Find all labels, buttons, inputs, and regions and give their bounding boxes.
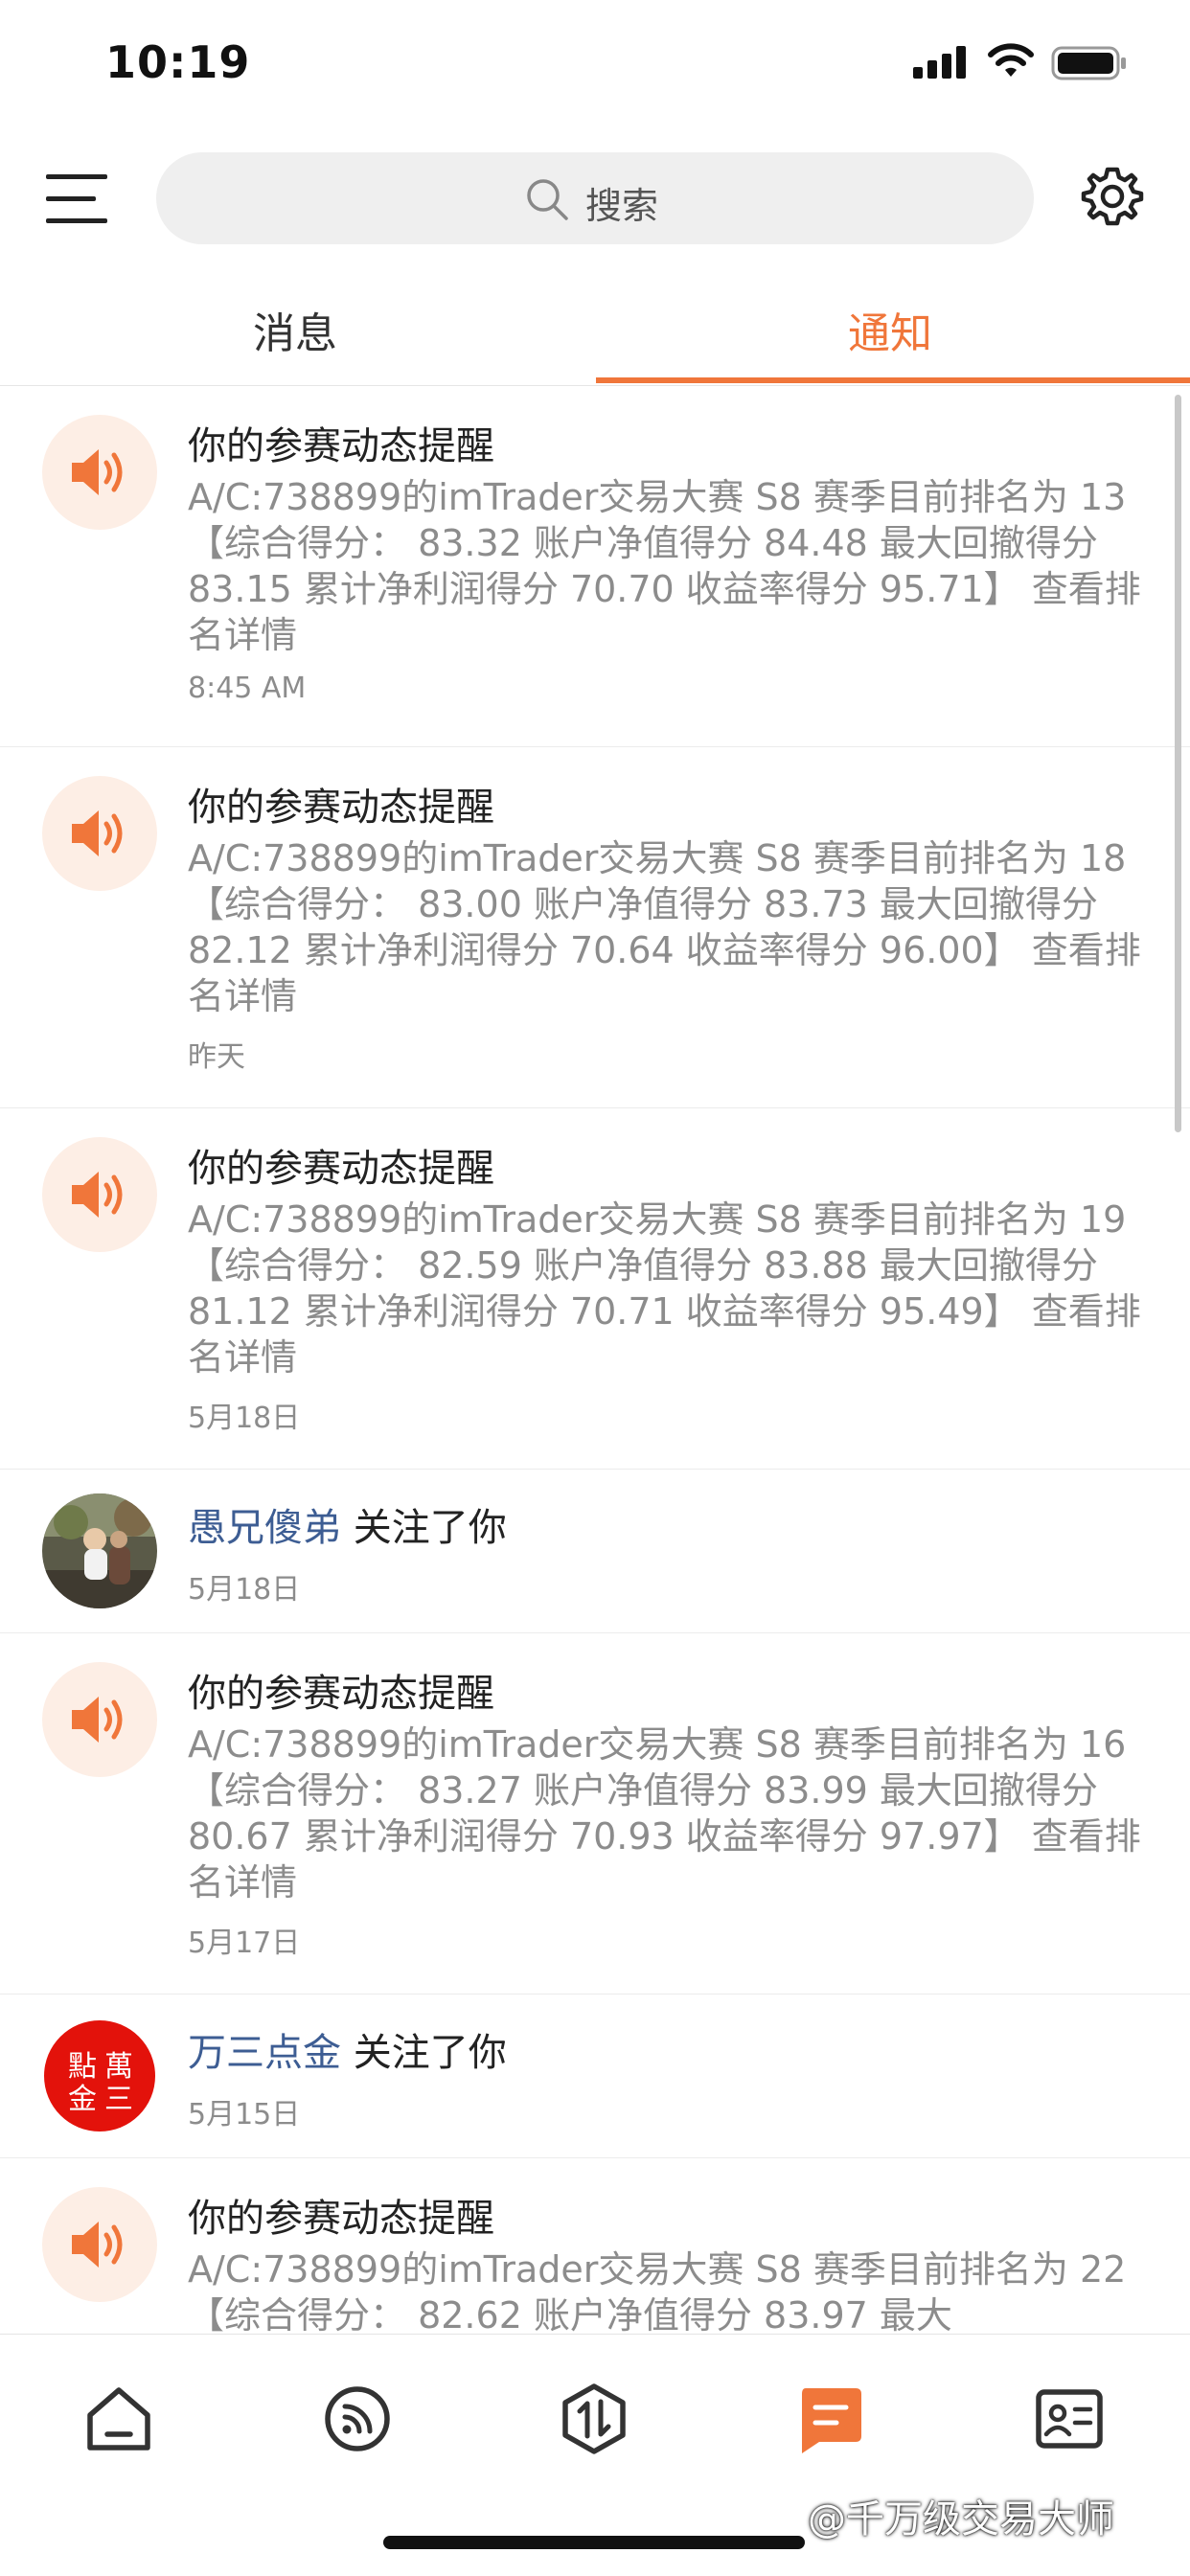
announcement-avatar xyxy=(42,1662,157,1777)
notification-time: 5月15日 xyxy=(188,2098,301,2131)
list-item[interactable]: 你的参赛动态提醒 A/C:738899的imTrader交易大赛 S8 赛季目前… xyxy=(0,1633,1190,1995)
speaker-icon xyxy=(72,449,123,495)
signal-icon xyxy=(913,46,966,79)
menu-icon[interactable] xyxy=(46,171,107,228)
notification-title: 你的参赛动态提醒 xyxy=(188,1672,494,1716)
notification-time: 昨天 xyxy=(188,1040,245,1074)
notification-list[interactable]: 你的参赛动态提醒 A/C:738899的imTrader交易大赛 S8 赛季目前… xyxy=(0,386,1190,2334)
notification-body: A/C:738899的imTrader交易大赛 S8 赛季目前排名为 16 【综… xyxy=(188,1723,1141,1904)
top-header: 搜索 xyxy=(0,144,1190,259)
notification-body: A/C:738899的imTrader交易大赛 S8 赛季目前排名为 18 【综… xyxy=(188,837,1141,1017)
speaker-icon xyxy=(72,1697,123,1743)
notification-time: 5月18日 xyxy=(188,1402,301,1435)
svg-text:金: 金 xyxy=(68,2083,97,2116)
speaker-icon xyxy=(72,1172,123,1218)
svg-text:三: 三 xyxy=(104,2083,133,2116)
user-avatar[interactable] xyxy=(42,1493,157,1608)
notification-body: A/C:738899的imTrader交易大赛 S8 赛季目前排名为 13 【综… xyxy=(188,476,1141,656)
list-item[interactable]: 你的参赛动态提醒 A/C:738899的imTrader交易大赛 S8 赛季目前… xyxy=(0,1108,1190,1470)
profile-card-icon[interactable] xyxy=(1031,2381,1108,2457)
notification-time: 5月17日 xyxy=(188,1926,301,1960)
notification-title: 你的参赛动态提醒 xyxy=(188,1147,494,1191)
announcement-avatar xyxy=(42,1137,157,1252)
battery-icon xyxy=(1051,46,1126,80)
status-time: 10:19 xyxy=(105,36,251,88)
announcement-avatar xyxy=(42,2187,157,2302)
notification-title: 你的参赛动态提醒 xyxy=(188,2197,494,2241)
seal-avatar-image: 點 金 萬 三 xyxy=(42,2018,157,2133)
announcement-avatar xyxy=(42,415,157,530)
announcement-avatar xyxy=(42,776,157,891)
wifi-icon xyxy=(988,43,1034,77)
follow-text: 万三点金 关注了你 xyxy=(188,2021,507,2077)
username-link[interactable]: 愚兄傻弟 xyxy=(188,1506,341,1550)
message-icon[interactable] xyxy=(792,2381,869,2457)
search-bar[interactable]: 搜索 xyxy=(156,152,1034,244)
notification-title: 你的参赛动态提醒 xyxy=(188,786,494,830)
search-icon xyxy=(527,179,568,220)
follow-text: 愚兄傻弟 关注了你 xyxy=(188,1496,507,1552)
notification-title: 你的参赛动态提醒 xyxy=(188,424,494,468)
bottom-nav: @千万级交易大师 xyxy=(0,2334,1190,2576)
notification-time: 5月18日 xyxy=(188,1573,301,1607)
notification-body: A/C:738899的imTrader交易大赛 S8 赛季目前排名为 22 【综… xyxy=(188,2248,1127,2334)
status-bar: 10:19 xyxy=(0,0,1190,125)
list-item[interactable]: 你的参赛动态提醒 A/C:738899的imTrader交易大赛 S8 赛季目前… xyxy=(0,2158,1190,2334)
follow-action: 关注了你 xyxy=(353,2031,507,2075)
user-avatar[interactable]: 點 金 萬 三 xyxy=(42,2018,157,2133)
active-tab-indicator xyxy=(596,377,1190,383)
svg-text:點: 點 xyxy=(68,2050,97,2084)
notification-time: 8:45 AM xyxy=(188,672,307,705)
tab-messages[interactable]: 消息 xyxy=(253,299,337,360)
follow-action: 关注了你 xyxy=(353,1506,507,1550)
feed-icon[interactable] xyxy=(319,2381,396,2457)
username-link[interactable]: 万三点金 xyxy=(188,2031,341,2075)
home-indicator[interactable] xyxy=(383,2536,805,2549)
list-item[interactable]: 點 金 萬 三 万三点金 关注了你 5月15日 xyxy=(0,1995,1190,2158)
scrollbar[interactable] xyxy=(1175,395,1181,1132)
list-item[interactable]: 你的参赛动态提醒 A/C:738899的imTrader交易大赛 S8 赛季目前… xyxy=(0,386,1190,747)
speaker-icon xyxy=(72,2222,123,2268)
trade-icon[interactable] xyxy=(556,2381,632,2457)
tab-notifications[interactable]: 通知 xyxy=(848,299,932,360)
gear-icon[interactable] xyxy=(1081,165,1144,228)
avatar-photo-image xyxy=(42,1493,157,1608)
home-icon[interactable] xyxy=(80,2381,157,2457)
search-placeholder: 搜索 xyxy=(585,185,659,227)
list-item[interactable]: 愚兄傻弟 关注了你 5月18日 xyxy=(0,1470,1190,1633)
svg-text:萬: 萬 xyxy=(104,2050,133,2084)
tab-bar: 消息 通知 xyxy=(0,278,1190,386)
watermark-text: @千万级交易大师 xyxy=(808,2497,1114,2542)
speaker-icon xyxy=(72,810,123,856)
list-item[interactable]: 你的参赛动态提醒 A/C:738899的imTrader交易大赛 S8 赛季目前… xyxy=(0,747,1190,1108)
notification-body: A/C:738899的imTrader交易大赛 S8 赛季目前排名为 19 【综… xyxy=(188,1198,1141,1379)
